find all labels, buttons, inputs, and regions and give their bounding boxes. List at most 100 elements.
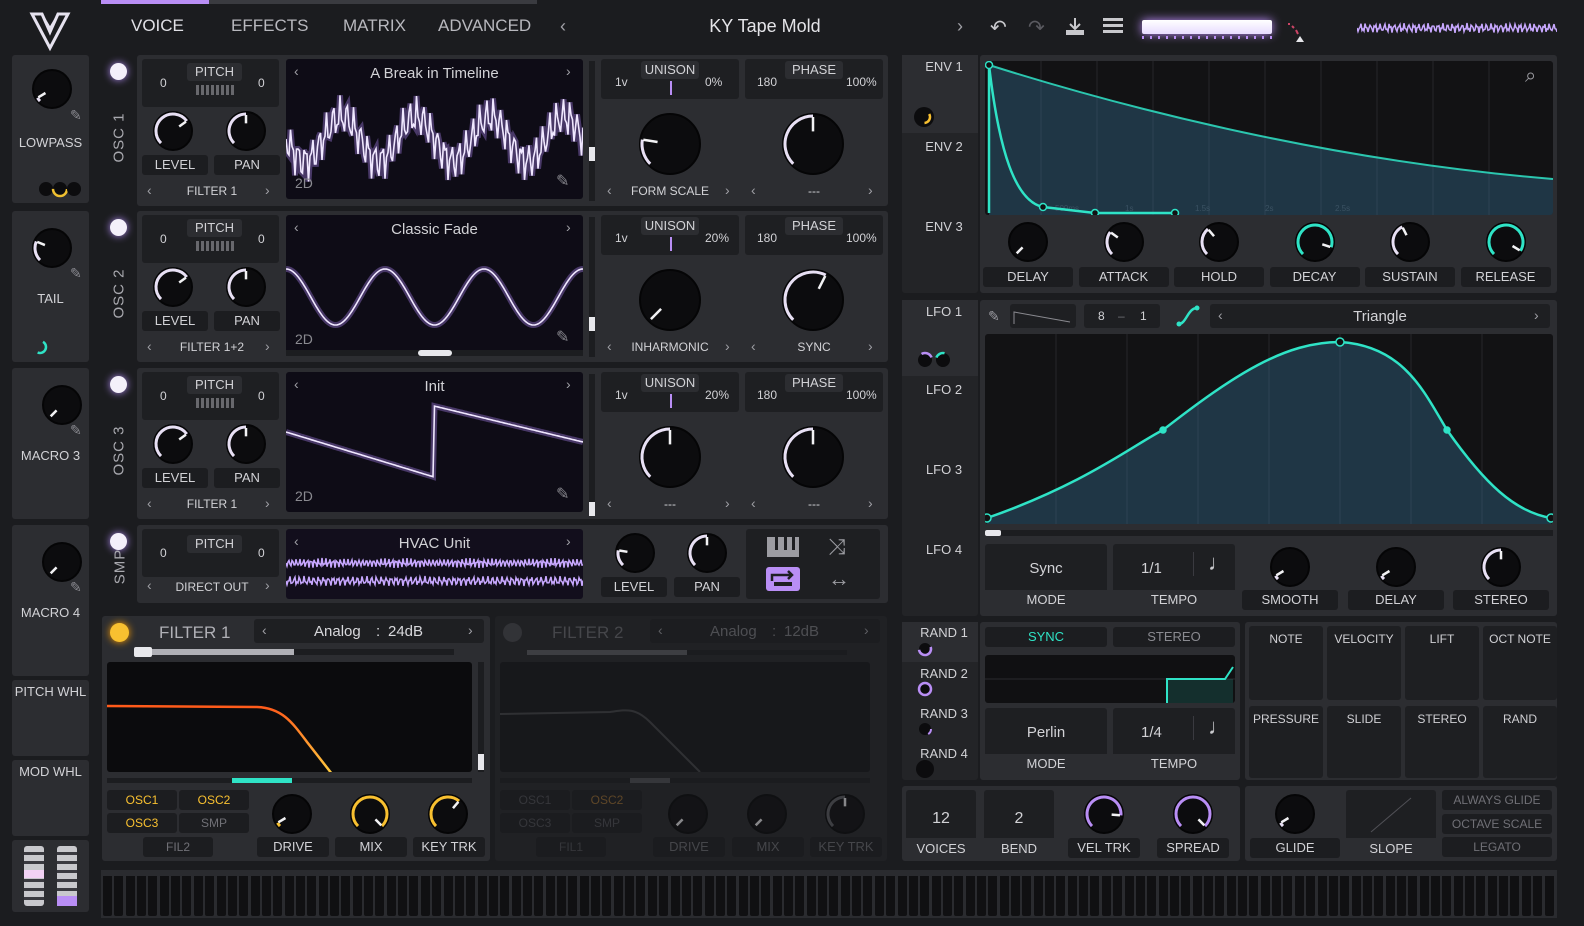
piano-key[interactable] — [1521, 876, 1531, 916]
piano-key[interactable] — [784, 876, 793, 916]
mod-source-velocity[interactable]: VELOCITY — [1327, 626, 1401, 700]
piano-key[interactable] — [1192, 876, 1202, 916]
osc-2-distortion-mode[interactable]: SYNC — [759, 340, 869, 354]
filter-1-drive-knob[interactable] — [272, 794, 312, 834]
distortion-prev[interactable]: ‹ — [751, 495, 756, 511]
piano-key[interactable] — [261, 876, 271, 916]
osc-2-route-next[interactable]: › — [265, 338, 270, 354]
osc-3-route-prev[interactable]: ‹ — [147, 495, 152, 511]
piano-key[interactable] — [1510, 876, 1520, 916]
lfo-shape-select[interactable]: ‹ Triangle › — [1210, 304, 1550, 328]
paint-icon[interactable]: ✎ — [988, 308, 1000, 325]
preset-next-button[interactable]: › — [957, 16, 963, 37]
osc-2-phase[interactable]: 180 PHASE 100% — [745, 215, 883, 255]
spectral-prev[interactable]: ‹ — [607, 182, 612, 198]
filter-2-source-osc3[interactable]: OSC3 — [500, 813, 570, 833]
filter-2-keytrack-knob[interactable] — [825, 794, 865, 834]
mod-source-stereo[interactable]: STEREO — [1405, 706, 1479, 778]
osc-3-pitch-semitone[interactable]: 0 — [258, 389, 265, 403]
smp-pitch[interactable]: 0 PITCH 0 — [142, 529, 279, 577]
piano-key[interactable] — [1124, 876, 1134, 916]
piano-key[interactable] — [1113, 876, 1123, 916]
spectral-next[interactable]: › — [725, 495, 730, 511]
piano-key[interactable] — [454, 876, 464, 916]
edit-pencil-icon[interactable]: ✎ — [70, 107, 82, 124]
piano-key[interactable] — [1260, 876, 1270, 916]
piano-key[interactable] — [1090, 876, 1100, 916]
mod-wheel-slot[interactable]: MOD WHL — [12, 760, 89, 836]
spectral-next[interactable]: › — [725, 338, 730, 354]
lfo-grid-y[interactable]: 1 — [1140, 309, 1147, 323]
osc-1-pitch-octave[interactable]: 0 — [160, 76, 167, 90]
osc-3-distortion-knob[interactable] — [782, 426, 844, 488]
piano-key[interactable] — [1487, 876, 1497, 916]
preset-prev-button[interactable]: ‹ — [560, 16, 566, 37]
piano-key[interactable] — [863, 876, 873, 916]
random-display[interactable] — [985, 655, 1235, 703]
tab-lfo-2[interactable]: LFO 2 — [902, 382, 986, 397]
osc-2-pitch-semitone[interactable]: 0 — [258, 232, 265, 246]
osc-2-dimension[interactable]: 2D — [295, 331, 313, 347]
env-attack-knob[interactable] — [1103, 222, 1144, 262]
rand-sync-toggle[interactable]: SYNC — [985, 627, 1107, 647]
lfo-delay-knob[interactable] — [1376, 547, 1416, 587]
osc-3-spectral-knob[interactable] — [639, 426, 701, 488]
piano-key[interactable] — [1544, 876, 1554, 916]
piano-key[interactable] — [976, 876, 986, 916]
filter-1-source-osc2[interactable]: OSC2 — [179, 790, 249, 810]
mod-source-slide[interactable]: SLIDE — [1327, 706, 1401, 778]
piano-key[interactable] — [477, 876, 487, 916]
piano-key[interactable] — [636, 876, 646, 916]
piano-key[interactable] — [715, 876, 725, 916]
piano-key[interactable] — [488, 876, 498, 916]
macro-2-knob[interactable] — [32, 228, 72, 268]
rand-1-drag-icon[interactable] — [916, 640, 934, 658]
smp-level-knob[interactable] — [615, 533, 655, 573]
always-glide-toggle[interactable]: ALWAYS GLIDE — [1442, 790, 1552, 810]
piano-key[interactable] — [398, 876, 408, 916]
lfo-paint-shape[interactable] — [1010, 304, 1076, 328]
sample-display[interactable]: ‹ HVAC Unit › — [286, 529, 583, 599]
piano-key[interactable] — [1306, 876, 1316, 916]
filter-1-source-osc3[interactable]: OSC3 — [107, 813, 177, 833]
osc-3-unison-voices[interactable]: 1v — [615, 388, 628, 402]
macro-3[interactable]: ✎ MACRO 3 — [12, 368, 89, 519]
osc-3-unison[interactable]: 1v UNISON 20% — [601, 372, 739, 412]
note-icon[interactable]: ♩ — [1208, 714, 1230, 740]
piano-key[interactable] — [1238, 876, 1247, 916]
filter-2-model-select[interactable]: ‹ Analog : 12dB › — [650, 619, 880, 643]
spread-knob[interactable] — [1173, 794, 1213, 834]
piano-key[interactable] — [227, 876, 237, 916]
glide-knob[interactable] — [1275, 794, 1315, 834]
piano-key[interactable] — [171, 876, 181, 916]
piano-key[interactable] — [1283, 876, 1293, 916]
osc-1-phase[interactable]: 180 PHASE 100% — [745, 59, 883, 99]
menu-icon[interactable] — [1103, 18, 1123, 34]
filter-1-blend-slider[interactable] — [134, 649, 454, 655]
piano-key[interactable] — [613, 876, 623, 916]
mod-source-lift[interactable]: LIFT — [1405, 626, 1479, 700]
osc-3-spectral-mode[interactable]: --- — [615, 497, 725, 511]
macro-3-knob[interactable] — [42, 385, 82, 425]
piano-key[interactable] — [840, 876, 850, 916]
piano-key[interactable] — [1033, 876, 1043, 916]
wavetable-edit-icon[interactable]: ✎ — [556, 171, 569, 191]
filter-1-response-display[interactable] — [107, 662, 472, 772]
osc-3-distortion-mode[interactable]: --- — [759, 497, 869, 511]
rand-2-drag-icon[interactable] — [916, 680, 934, 698]
piano-key[interactable] — [523, 876, 532, 916]
piano-key[interactable] — [908, 876, 918, 916]
edit-pencil-icon[interactable]: ✎ — [70, 265, 82, 282]
macro-1-knob[interactable] — [32, 69, 72, 109]
slope-control[interactable]: SLOPE — [1346, 790, 1436, 858]
osc-3-frame-slider[interactable] — [589, 374, 595, 516]
osc-3-route[interactable]: FILTER 1 — [167, 497, 257, 511]
piano-key[interactable] — [295, 876, 305, 916]
piano-key[interactable] — [681, 876, 691, 916]
piano-key[interactable] — [1011, 876, 1020, 916]
osc-1-distortion-mode[interactable]: --- — [759, 184, 869, 198]
piano-key[interactable] — [795, 876, 805, 916]
piano-key[interactable] — [829, 876, 839, 916]
osc-1-route[interactable]: FILTER 1 — [167, 184, 257, 198]
piano-key[interactable] — [1351, 876, 1361, 916]
